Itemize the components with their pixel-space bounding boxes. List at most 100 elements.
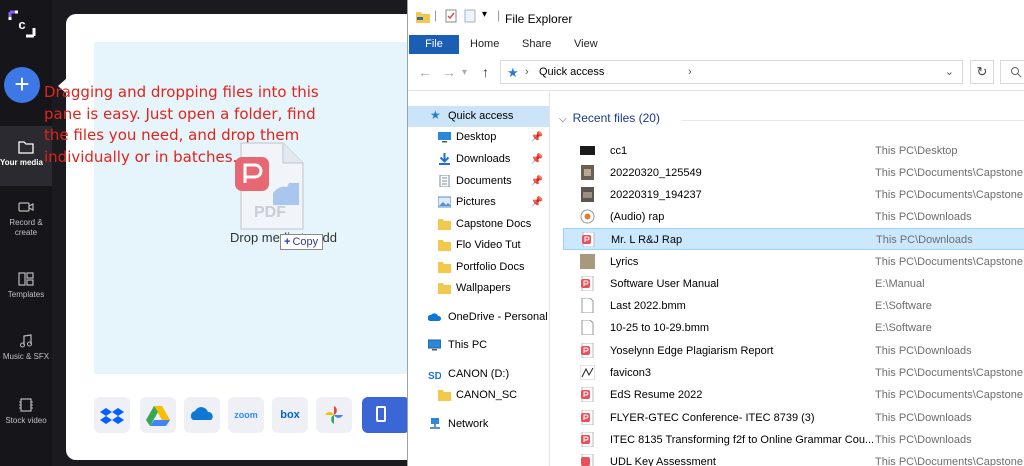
recent-files-header[interactable]: ⌵ Recent files (20) — [559, 111, 660, 125]
pin-icon: 📌 — [530, 132, 543, 143]
app-sidebar: c + Your media Record & create Templates… — [0, 0, 52, 466]
file-row[interactable]: Lyrics This PC\Documents\Capstone D — [563, 251, 1024, 273]
pdf-icon — [581, 432, 594, 447]
blank-file-icon — [581, 320, 594, 335]
navigation-bar: ← → ▾ ↑ ★ › Quick access › ⌄ ↻ — [408, 54, 1024, 91]
pin-icon: 📌 — [530, 154, 543, 165]
documents-icon — [439, 175, 450, 187]
nav-item-downloads[interactable]: Downloads 📌 — [408, 149, 549, 170]
folder-icon — [438, 262, 451, 273]
sd-card-icon: SD — [428, 371, 441, 380]
rail-item-record-create[interactable]: Record & create — [0, 200, 52, 238]
plus-icon: + — [284, 236, 291, 248]
file-row-selected[interactable]: Mr. L R&J Rap This PC\Downloads — [563, 228, 1024, 250]
pin-icon: 📌 — [530, 197, 543, 208]
file-row[interactable]: 20220319_194237 This PC\Documents\Capsto… — [563, 184, 1024, 206]
back-arrow-icon[interactable]: ← — [418, 64, 432, 80]
file-row[interactable]: FLYER-GTEC Conference- ITEC 8739 (3) Thi… — [563, 407, 1024, 429]
tab-share[interactable]: Share — [522, 35, 551, 54]
google-photos-button[interactable] — [316, 397, 352, 433]
navigation-pane: ★ Quick access Desktop 📌 Downloads 📌 Doc… — [408, 92, 550, 466]
tab-view[interactable]: View — [574, 35, 598, 54]
nav-item-pictures[interactable]: Pictures 📌 — [408, 192, 549, 213]
nav-item-wallpapers[interactable]: Wallpapers — [408, 278, 549, 299]
computer-icon — [428, 339, 441, 351]
file-row[interactable]: 20220320_125549 This PC\Documents\Capsto… — [563, 162, 1024, 184]
file-row[interactable]: Software User Manual E:\Manual — [563, 273, 1024, 295]
svg-text:c: c — [18, 17, 25, 32]
rail-item-music-sfx[interactable]: Music & SFX — [0, 334, 52, 361]
nav-item-portfolio-docs[interactable]: Portfolio Docs — [408, 257, 549, 278]
new-folder-icon[interactable] — [464, 9, 476, 23]
search-icon — [1011, 67, 1022, 78]
pdf-icon — [581, 343, 594, 358]
nav-item-canon-d[interactable]: SD CANON (D:) — [408, 364, 549, 385]
properties-icon[interactable] — [445, 9, 457, 23]
file-row[interactable]: Last 2022.bmm E:\Software — [563, 295, 1024, 317]
refresh-icon: ↻ — [976, 64, 988, 79]
zoom-button[interactable]: zoom — [228, 397, 264, 433]
folder-icon — [416, 12, 430, 23]
plus-icon: + — [14, 69, 30, 99]
file-explorer-window: | ▾ | File Explorer File Home Share View… — [407, 0, 1024, 466]
image-thumbnail-icon — [580, 254, 595, 269]
folder-icon — [438, 390, 451, 401]
file-row[interactable]: EdS Resume 2022 This PC\Documents\Capsto… — [563, 384, 1024, 406]
refresh-button[interactable]: ↻ — [970, 60, 994, 84]
search-input[interactable] — [1000, 60, 1024, 84]
folder-icon — [438, 219, 451, 230]
tab-home[interactable]: Home — [470, 35, 499, 54]
chevron-down-icon[interactable]: ⌄ — [945, 65, 954, 78]
rail-item-templates[interactable]: Templates — [0, 272, 52, 299]
chevron-down-icon: ⌵ — [559, 114, 567, 125]
group-divider — [681, 120, 1024, 121]
network-icon — [430, 418, 440, 429]
google-drive-button[interactable] — [140, 397, 176, 433]
nav-item-this-pc[interactable]: This PC — [408, 335, 549, 356]
video-camera-icon — [18, 202, 34, 212]
add-button[interactable]: + — [4, 67, 40, 103]
onedrive-button[interactable] — [184, 397, 220, 433]
address-text: Quick access — [539, 66, 605, 78]
up-arrow-icon[interactable]: ↑ — [482, 64, 489, 80]
desktop-icon — [438, 132, 451, 143]
tab-file[interactable]: File — [409, 35, 459, 54]
nav-item-onedrive[interactable]: OneDrive - Personal — [408, 307, 549, 328]
image-thumbnail-icon — [581, 187, 594, 202]
file-row[interactable]: Yoselynn Edge Plagiarism Report This PC\… — [563, 340, 1024, 362]
folder-icon — [438, 240, 451, 251]
chevron-right-icon[interactable]: › — [688, 66, 692, 78]
image-thumbnail-icon — [581, 165, 594, 180]
file-row[interactable]: ITEC 8135 Transforming f2f to Online Gra… — [563, 429, 1024, 451]
nav-item-quick-access[interactable]: ★ Quick access — [408, 106, 549, 127]
separator: | — [497, 8, 501, 22]
address-bar[interactable]: ★ › Quick access › ⌄ — [500, 60, 963, 84]
phone-icon — [376, 406, 386, 422]
file-row[interactable]: 10-25 to 10-29.bmm E:\Software — [563, 317, 1024, 339]
nav-item-canon-sc[interactable]: CANON_SC — [408, 385, 549, 406]
forward-arrow-icon[interactable]: → — [442, 64, 456, 80]
star-icon: ★ — [507, 65, 519, 80]
nav-item-network[interactable]: Network — [408, 414, 549, 435]
nav-item-capstone-docs[interactable]: Capstone Docs — [408, 214, 549, 235]
rail-item-stock-video[interactable]: Stock video — [0, 398, 52, 425]
folder-icon — [438, 283, 451, 294]
upload-device-button[interactable] — [362, 397, 410, 433]
file-row[interactable]: UDL Key Assessment This PC\Documents\Cap… — [563, 451, 1024, 466]
app-logo[interactable]: c — [6, 8, 38, 40]
cloud-icon — [428, 313, 441, 321]
google-photos-icon — [325, 406, 343, 424]
blank-file-icon — [581, 298, 594, 313]
copy-tooltip: + Copy — [280, 234, 324, 250]
dropbox-button[interactable] — [94, 397, 130, 433]
recent-locations-icon[interactable]: ▾ — [462, 67, 467, 78]
customize-toolbar-icon[interactable]: ▾ — [482, 9, 487, 20]
nav-item-desktop[interactable]: Desktop 📌 — [408, 127, 549, 148]
nav-item-documents[interactable]: Documents 📌 — [408, 171, 549, 192]
window-title: File Explorer — [505, 12, 573, 26]
nav-item-flo-video-tut[interactable]: Flo Video Tut — [408, 235, 549, 256]
file-row[interactable]: (Audio) rap This PC\Downloads — [563, 206, 1024, 228]
file-row[interactable]: favicon3 This PC\Documents\Capstone D — [563, 362, 1024, 384]
file-row[interactable]: cc1 This PC\Desktop — [563, 140, 1024, 162]
box-button[interactable]: box — [272, 397, 308, 433]
